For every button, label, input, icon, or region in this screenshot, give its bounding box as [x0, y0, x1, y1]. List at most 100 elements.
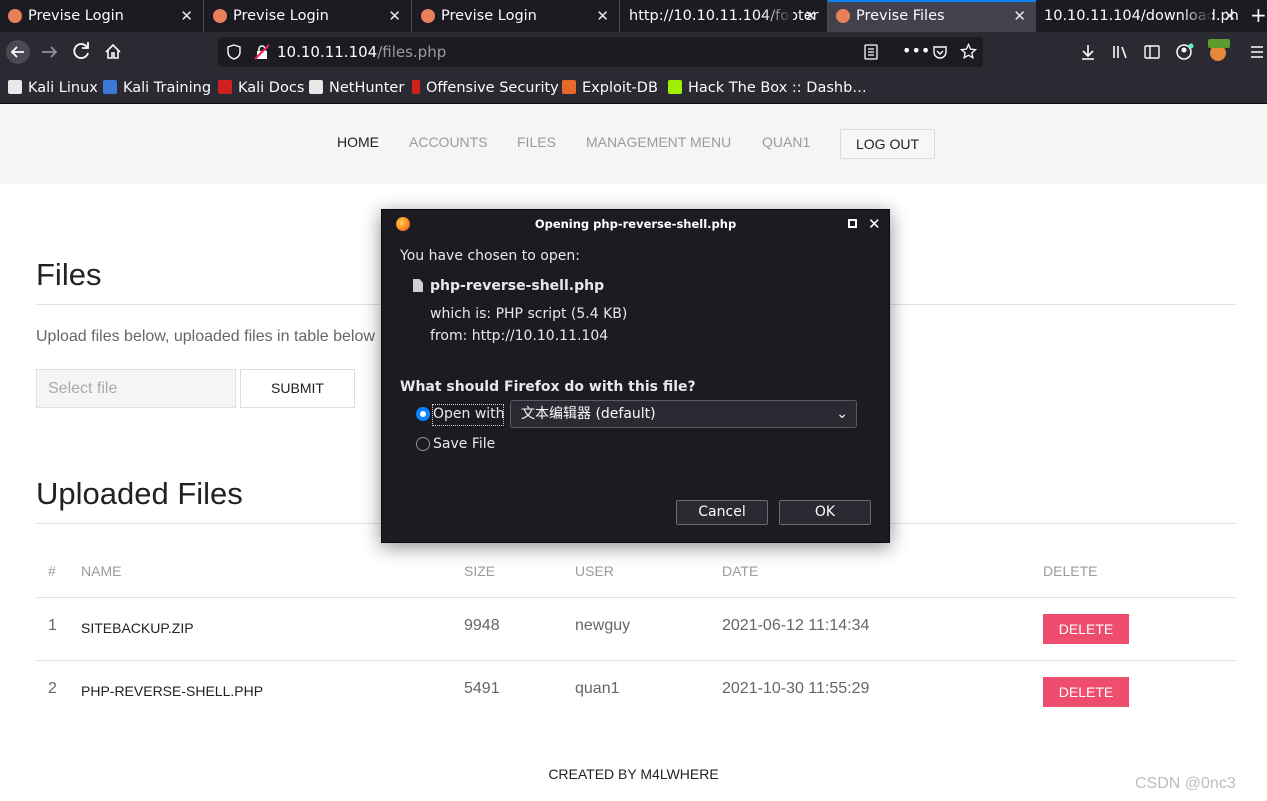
forward-button[interactable] — [36, 32, 62, 72]
reload-button[interactable] — [69, 32, 95, 72]
file-icon — [413, 279, 423, 292]
site-favicon-icon — [8, 9, 22, 23]
reload-icon — [73, 42, 89, 59]
open-with-radio[interactable] — [416, 407, 430, 421]
bookmark-label: Hack The Box :: Dashb… — [688, 80, 867, 96]
chosen-label: You have chosen to open: — [400, 248, 580, 264]
bookmark-star-icon[interactable] — [960, 43, 977, 60]
maximize-icon[interactable] — [848, 219, 857, 228]
logout-button[interactable]: LOG OUT — [840, 129, 935, 159]
bookmark-label: Offensive Security — [426, 80, 559, 96]
hack-the-box-icon — [668, 80, 682, 94]
row-number: 2 — [48, 680, 57, 697]
exploit-db-icon — [562, 80, 576, 94]
close-icon[interactable]: ✕ — [868, 214, 881, 234]
bookmark-kali-linux[interactable]: Kali Linux — [8, 72, 98, 104]
nav-management-menu[interactable]: MANAGEMENT MENU — [586, 134, 731, 150]
table-divider — [36, 597, 1236, 598]
watermark: CSDN @0nc3 — [1135, 775, 1236, 792]
tab-fade — [1182, 0, 1212, 32]
url-text: 10.10.11.104/files.php — [277, 37, 446, 67]
bookmark-hack-the-box[interactable]: Hack The Box :: Dashb… — [668, 72, 867, 104]
bookmark-label: NetHunter — [329, 80, 405, 96]
tab-previse-login-2[interactable]: Previse Login ✕ — [205, 0, 412, 32]
bookmark-label: Kali Docs — [238, 80, 305, 96]
menu-icon[interactable] — [1248, 43, 1266, 61]
bookmark-exploit-db[interactable]: Exploit-DB — [562, 72, 658, 104]
back-button[interactable] — [5, 32, 31, 72]
bookmark-kali-docs[interactable]: Kali Docs — [218, 72, 304, 104]
close-tab-icon[interactable]: ✕ — [1223, 0, 1236, 32]
table-divider — [36, 660, 1236, 661]
tab-label: Previse Files — [856, 8, 945, 24]
dialog-title: Opening php-reverse-shell.php — [534, 217, 737, 231]
chevron-down-icon: ⌄ — [836, 406, 848, 422]
new-tab-button[interactable]: + — [1250, 0, 1267, 32]
save-file-label[interactable]: Save File — [433, 436, 495, 452]
nav-home[interactable]: HOME — [337, 134, 379, 150]
site-favicon-icon — [421, 9, 435, 23]
tab-previse-login-3[interactable]: Previse Login ✕ — [413, 0, 620, 32]
tab-download[interactable]: 10.10.11.104/download.ph ✕ — [1036, 0, 1246, 32]
bookmark-nethunter[interactable]: NetHunter — [309, 72, 404, 104]
open-with-label[interactable]: Open with — [433, 406, 505, 422]
nav-user[interactable]: QUAN1 — [762, 134, 810, 150]
bookmark-label: Exploit-DB — [582, 80, 658, 96]
site-nav: HOME ACCOUNTS FILES MANAGEMENT MENU QUAN… — [0, 104, 1267, 184]
navigation-toolbar: 10.10.11.104/files.php ••• — [0, 32, 1267, 72]
site-favicon-icon — [836, 9, 850, 23]
tab-previse-login-1[interactable]: Previse Login ✕ — [0, 0, 204, 32]
shield-icon[interactable] — [226, 44, 242, 60]
close-tab-icon[interactable]: ✕ — [596, 0, 609, 32]
file-date: 2021-10-30 11:55:29 — [722, 680, 870, 697]
tab-previse-files[interactable]: Previse Files ✕ — [828, 0, 1036, 32]
tab-footer[interactable]: http://10.10.11.104/footer ✕ — [621, 0, 828, 32]
column-header-delete: DELETE — [1043, 563, 1098, 579]
file-name: SITEBACKUP.ZIP — [81, 620, 194, 636]
account-icon[interactable] — [1175, 42, 1195, 62]
column-header-date: DATE — [722, 563, 759, 579]
reader-view-icon[interactable] — [863, 44, 879, 60]
ok-button[interactable]: OK — [779, 500, 871, 525]
sidebar-icon[interactable] — [1143, 43, 1161, 61]
application-select[interactable]: 文本编辑器 (default) ⌄ — [510, 400, 857, 428]
library-icon[interactable] — [1111, 43, 1129, 61]
foxyproxy-icon[interactable] — [1206, 38, 1232, 64]
bookmark-label: Kali Linux — [28, 80, 98, 96]
files-heading: Files — [36, 257, 102, 292]
bookmark-kali-training[interactable]: Kali Training — [103, 72, 211, 104]
nav-files[interactable]: FILES — [517, 134, 556, 150]
page-actions-icon[interactable]: ••• — [902, 37, 930, 65]
pocket-icon[interactable] — [932, 44, 948, 60]
kali-docs-icon — [218, 80, 232, 94]
bookmark-offensive-security[interactable]: Offensive Security — [412, 72, 559, 104]
tab-bar: Previse Login ✕ Previse Login ✕ Previse … — [0, 0, 1267, 32]
tab-label: Previse Login — [233, 8, 329, 24]
save-file-radio[interactable] — [416, 437, 430, 451]
upload-description: Upload files below, uploaded files in ta… — [36, 328, 375, 345]
home-button[interactable] — [100, 32, 126, 72]
kali-training-icon — [103, 80, 117, 94]
application-value: 文本编辑器 (default) — [521, 406, 656, 422]
close-tab-icon[interactable]: ✕ — [804, 0, 817, 32]
delete-button[interactable]: DELETE — [1043, 614, 1129, 644]
submit-button[interactable]: SUBMIT — [240, 369, 355, 408]
download-icon[interactable] — [1079, 43, 1097, 61]
row-number: 1 — [48, 617, 57, 634]
file-user: quan1 — [575, 680, 620, 697]
cancel-button[interactable]: Cancel — [676, 500, 768, 525]
uploaded-files-heading: Uploaded Files — [36, 476, 243, 511]
tab-label: Previse Login — [441, 8, 537, 24]
file-select-input[interactable]: Select file — [36, 369, 236, 408]
insecure-lock-icon[interactable] — [254, 44, 270, 60]
close-tab-icon[interactable]: ✕ — [1013, 2, 1026, 32]
file-size: 9948 — [464, 617, 500, 634]
file-name: PHP-REVERSE-SHELL.PHP — [81, 683, 264, 699]
close-tab-icon[interactable]: ✕ — [388, 0, 401, 32]
url-host: 10.10.11.104 — [277, 43, 378, 61]
nav-accounts[interactable]: ACCOUNTS — [409, 134, 488, 150]
close-tab-icon[interactable]: ✕ — [180, 0, 193, 32]
back-arrow-icon — [6, 40, 30, 64]
url-bar[interactable]: 10.10.11.104/files.php ••• — [218, 37, 983, 67]
delete-button[interactable]: DELETE — [1043, 677, 1129, 707]
